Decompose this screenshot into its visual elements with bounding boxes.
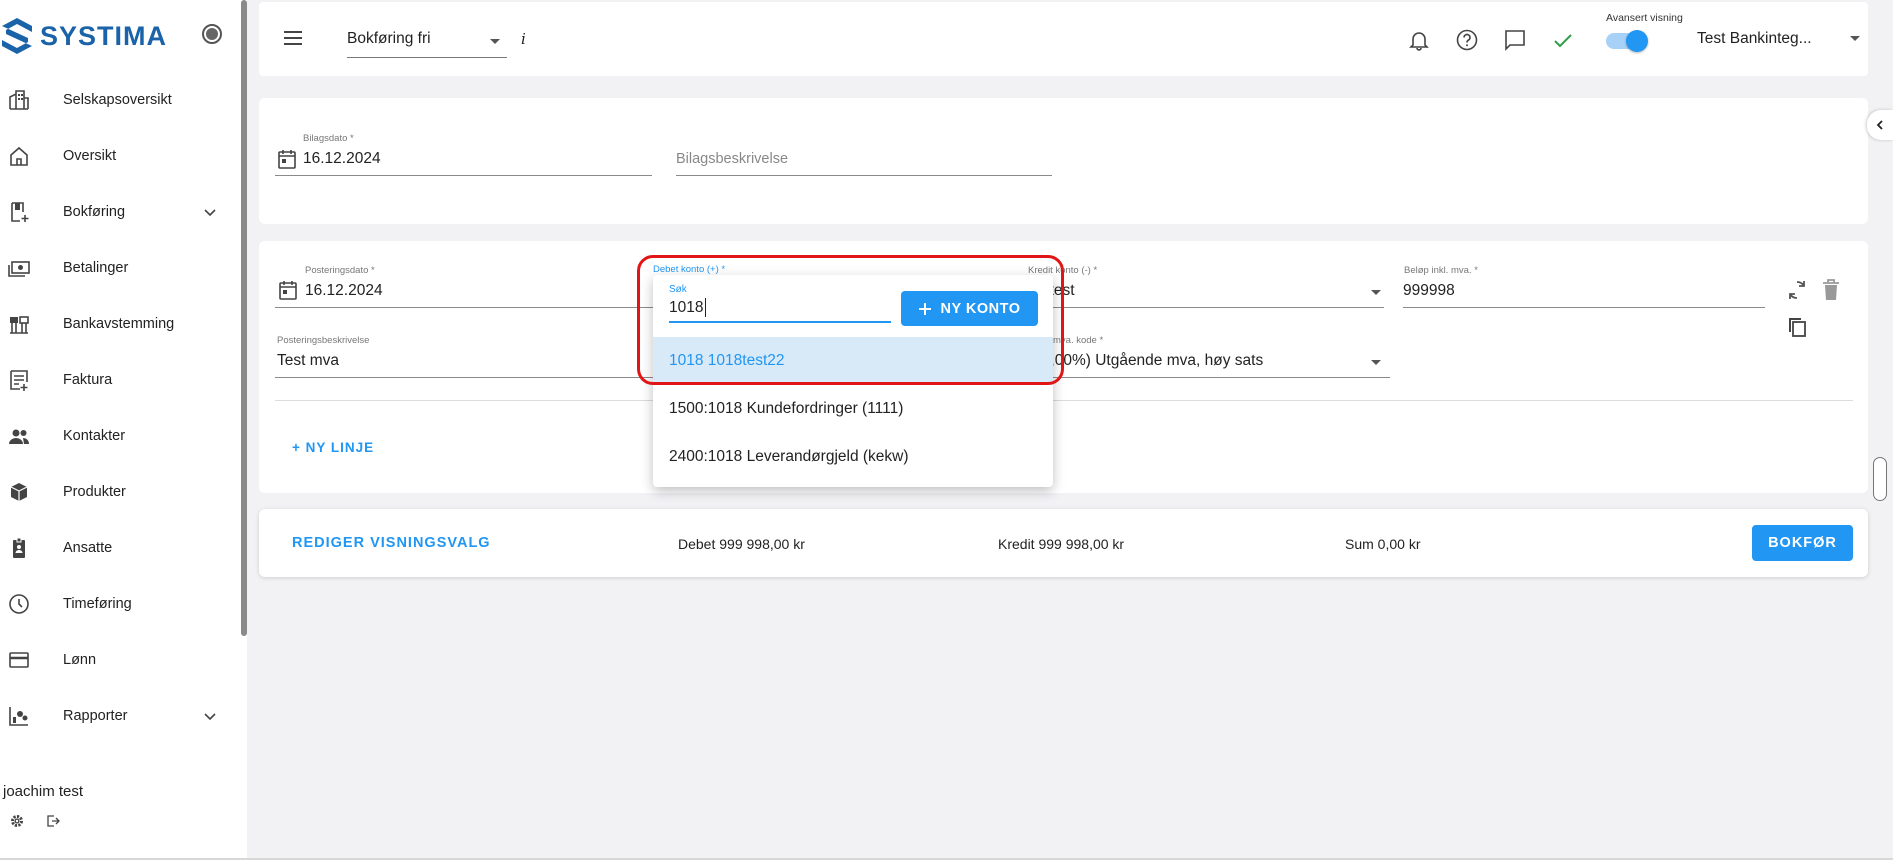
- sidebar-item-oversikt[interactable]: Oversikt: [0, 128, 240, 184]
- company-overview-icon: [8, 89, 30, 111]
- sidebar-item-timeforing[interactable]: Timeføring: [0, 576, 240, 632]
- amount-label: Beløp inkl. mva. *: [1404, 265, 1478, 276]
- sidebar-item-faktura[interactable]: Faktura: [0, 352, 240, 408]
- dropdown-caret-icon: [1371, 290, 1381, 295]
- amount-value: 999998: [1403, 282, 1455, 299]
- account-option[interactable]: 1500:1018 Kundefordringer (1111): [653, 385, 1053, 433]
- collapse-panel-button[interactable]: [1867, 110, 1893, 140]
- add-line-button[interactable]: + NY LINJE: [292, 440, 374, 455]
- sidebar-scrollbar[interactable]: [241, 0, 247, 636]
- systima-logo-icon: [2, 18, 32, 54]
- chat-icon[interactable]: [1503, 28, 1527, 52]
- sidebar-item-label: Faktura: [63, 372, 113, 388]
- voucher-description-placeholder: Bilagsbeskrivelse: [676, 151, 789, 167]
- posting-date-label: Posteringsdato *: [305, 265, 375, 276]
- amount-field[interactable]: 999998: [1403, 276, 1765, 308]
- sidebar-item-kontakter[interactable]: Kontakter: [0, 408, 240, 464]
- voucher-date-label: Bilagsdato *: [303, 133, 354, 144]
- brand-logo[interactable]: SYSTIMA: [0, 14, 167, 58]
- hamburger-menu-icon[interactable]: [282, 28, 304, 48]
- posting-description-label: Posteringsbeskrivelse: [277, 335, 370, 346]
- chevron-left-icon: [1876, 120, 1883, 130]
- debit-total: Debet 999 998,00 kr: [678, 536, 805, 552]
- company-dropdown-caret-icon[interactable]: [1850, 36, 1860, 41]
- refresh-icon[interactable]: [1785, 278, 1809, 302]
- credit-account-field[interactable]: 99 test: [1028, 276, 1384, 308]
- resize-handle[interactable]: [1873, 457, 1887, 501]
- employees-icon: [8, 537, 30, 559]
- bank-reconciliation-icon: [8, 313, 30, 335]
- sidebar-pin-toggle[interactable]: [202, 24, 222, 44]
- toggle-knob: [1626, 30, 1648, 52]
- sidebar-item-label: Betalinger: [63, 260, 129, 276]
- bookkeeping-mode-value: Bokføring fri: [347, 30, 431, 47]
- chevron-down-icon[interactable]: [202, 204, 218, 220]
- contacts-icon: [8, 425, 30, 447]
- sidebar-item-label: Rapporter: [63, 708, 128, 724]
- sidebar-item-label: Selskapsoversikt: [63, 92, 172, 108]
- dropdown-caret-icon: [490, 39, 500, 44]
- voucher-date-value: 16.12.2024: [303, 150, 381, 167]
- bookkeeping-mode-select[interactable]: Bokføring fri: [347, 24, 507, 58]
- clock-icon: [8, 593, 30, 615]
- annotation-highlight-box: [637, 255, 1064, 385]
- sidebar-item-label: Kontakter: [63, 428, 126, 444]
- vat-code-field[interactable]: (25,00%) Utgående mva, høy sats: [1028, 346, 1390, 378]
- sidebar-item-bokforing[interactable]: Bokføring: [0, 184, 240, 240]
- credit-total: Kredit 999 998,00 kr: [998, 536, 1125, 552]
- sidebar-item-label: Ansatte: [63, 540, 113, 556]
- copy-icon[interactable]: [1785, 314, 1809, 338]
- advanced-view-toggle[interactable]: [1604, 29, 1648, 52]
- sidebar-item-produkter[interactable]: Produkter: [0, 464, 240, 520]
- sidebar-item-label: Lønn: [63, 652, 97, 668]
- book-button[interactable]: BOKFØR: [1752, 525, 1853, 561]
- voucher-description-field[interactable]: Bilagsbeskrivelse: [676, 144, 1052, 176]
- account-option[interactable]: 2400:1018 Leverandørgjeld (kekw): [653, 433, 1053, 481]
- company-selector[interactable]: Test Bankinteg...: [1697, 30, 1812, 48]
- sidebar-item-ansatte[interactable]: Ansatte: [0, 520, 240, 576]
- logout-icon[interactable]: [46, 814, 60, 828]
- sidebar-item-lonn[interactable]: Lønn: [0, 632, 240, 688]
- bell-icon[interactable]: [1407, 28, 1431, 52]
- sidebar-item-bankavstemming[interactable]: Bankavstemming: [0, 296, 240, 352]
- products-icon: [8, 481, 30, 503]
- posting-date-field[interactable]: 16.12.2024: [275, 276, 655, 308]
- sidebar: SYSTIMA Selskapsoversikt Oversikt Bokfør…: [0, 0, 247, 858]
- sidebar-item-selskapsoversikt[interactable]: Selskapsoversikt: [0, 72, 240, 128]
- bookkeeping-icon: [8, 201, 30, 223]
- sum-total: Sum 0,00 kr: [1345, 536, 1421, 552]
- sidebar-item-label: Produkter: [63, 484, 126, 500]
- invoice-icon: [8, 369, 30, 391]
- advanced-view-label: Avansert visning: [1606, 12, 1683, 24]
- divider: [275, 400, 1853, 401]
- sidebar-item-rapporter[interactable]: Rapporter: [0, 688, 240, 744]
- dropdown-caret-icon: [1371, 360, 1381, 365]
- sidebar-item-label: Bokføring: [63, 204, 126, 220]
- payments-icon: [8, 257, 30, 279]
- user-name: joachim test: [3, 783, 84, 800]
- sidebar-item-label: Timeføring: [63, 596, 132, 612]
- posting-description-value: Test mva: [277, 352, 340, 369]
- sidebar-nav: Selskapsoversikt Oversikt Bokføring Beta…: [0, 72, 240, 744]
- help-icon[interactable]: [1455, 28, 1479, 52]
- user-tools: [10, 814, 60, 828]
- top-bar: Bokføring fri i Avansert visning Test Ba…: [259, 2, 1868, 76]
- delete-icon[interactable]: [1820, 278, 1842, 302]
- reports-icon: [8, 705, 30, 727]
- voucher-date-field[interactable]: 16.12.2024: [275, 144, 652, 176]
- sidebar-item-label: Oversikt: [63, 148, 117, 164]
- posting-date-value: 16.12.2024: [305, 282, 383, 299]
- home-icon: [8, 145, 30, 167]
- brand-name: SYSTIMA: [40, 20, 168, 51]
- sidebar-item-betalinger[interactable]: Betalinger: [0, 240, 240, 296]
- posting-description-field[interactable]: Test mva: [275, 346, 655, 378]
- info-icon[interactable]: i: [521, 30, 526, 48]
- check-icon[interactable]: [1551, 28, 1575, 52]
- edit-view-options-button[interactable]: REDIGER VISNINGSVALG: [292, 535, 491, 551]
- chevron-down-icon[interactable]: [202, 708, 218, 724]
- sidebar-item-label: Bankavstemming: [63, 316, 175, 332]
- payroll-icon: [8, 649, 30, 671]
- gear-icon[interactable]: [10, 814, 24, 828]
